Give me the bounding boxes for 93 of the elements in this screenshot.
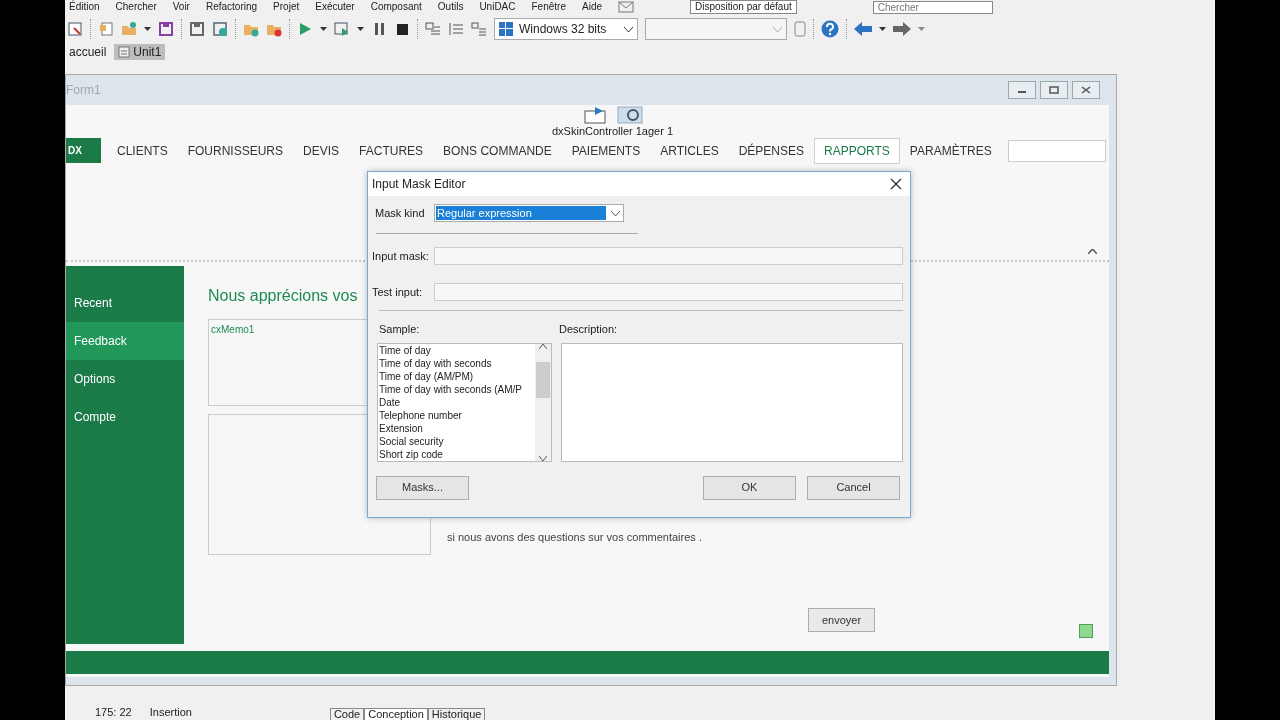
ribbon-search-field[interactable] <box>1007 139 1106 162</box>
play-icon[interactable] <box>297 21 313 37</box>
page-heading: Nous apprécions vos <box>208 286 358 306</box>
menu-item[interactable]: Outils <box>437 2 464 12</box>
chevron-down-icon <box>539 455 547 461</box>
field-label: Input mask: <box>372 248 430 264</box>
edit-mode: Insertion <box>149 704 192 720</box>
close-icon[interactable] <box>890 178 902 190</box>
sidebar-item[interactable]: Recent <box>66 284 184 322</box>
sample-list[interactable]: Time of day Time of day with seconds Time of day (AM/PM) Time of day with seconds (AM/P Date Telephone number Extension Social security Short zip code <box>377 342 552 462</box>
status-square <box>1079 624 1093 638</box>
list-item[interactable]: Short zip code <box>379 447 535 461</box>
field-label: Sample: <box>379 322 421 337</box>
caret-icon[interactable] <box>144 27 151 31</box>
send-button[interactable]: envoyer <box>808 607 876 632</box>
menu-item[interactable]: Aide <box>582 2 602 12</box>
caret-icon[interactable] <box>320 27 327 31</box>
platform-dropdown[interactable]: Windows 32 bits <box>494 18 638 40</box>
forward-arrow-icon[interactable] <box>893 22 911 36</box>
list-item[interactable]: Extension <box>379 421 535 435</box>
dialog-button[interactable]: Cancel <box>807 475 900 500</box>
back-arrow-icon[interactable] <box>854 22 872 36</box>
help-icon[interactable] <box>821 20 839 38</box>
scrollbar[interactable] <box>535 343 551 461</box>
chevron-down-icon <box>773 26 782 32</box>
menu-item[interactable]: Voir <box>172 2 190 12</box>
sidebar-item[interactable]: Compte <box>66 398 184 436</box>
sidebar-item[interactable]: Feedback <box>66 322 184 360</box>
save-all-icon[interactable] <box>212 21 228 37</box>
ribbon-tab[interactable]: FOURNISSEURS <box>177 137 294 164</box>
field-label: Description: <box>559 322 618 337</box>
unit-file-icon <box>118 46 131 58</box>
windows-logo-icon <box>499 22 513 36</box>
layout-field[interactable]: Disposition par défaut <box>690 0 797 14</box>
ribbon-tab[interactable]: DEVIS <box>293 137 350 164</box>
list-item[interactable]: Telephone number <box>379 408 535 422</box>
cursor-position: 175: 22 <box>95 704 132 720</box>
input-mask-field[interactable] <box>434 247 903 265</box>
ribbon-tab[interactable]: BONS COMMANDE <box>433 137 562 164</box>
device-icon[interactable] <box>794 21 806 37</box>
menu-item[interactable]: Refactoring <box>205 2 258 12</box>
ribbon-tab[interactable]: RAPPORTS <box>814 137 900 164</box>
menu-item[interactable]: Fenêtre <box>531 2 566 12</box>
ribbon-tab[interactable]: DÉPENSES <box>728 137 815 164</box>
view-tab[interactable]: Code <box>329 708 365 720</box>
form-title: Form1 <box>66 82 102 99</box>
chevron-up-icon[interactable] <box>1088 249 1097 254</box>
menu-item[interactable]: Composant <box>370 2 422 12</box>
view-tab[interactable]: Conception <box>364 708 428 720</box>
ribbon-tab[interactable]: PAIEMENTS <box>561 137 651 164</box>
list-item[interactable]: Social security <box>379 434 535 448</box>
menu-item[interactable]: Édition <box>69 2 100 12</box>
document-tab[interactable]: accueil <box>65 44 111 60</box>
chevron-down-icon <box>610 210 620 216</box>
ribbon-tab[interactable]: FACTURES <box>349 137 434 164</box>
dialog-button[interactable]: OK <box>703 475 796 500</box>
ribbon-tab[interactable]: PARAMÈTRES <box>899 137 1002 164</box>
config-dropdown[interactable] <box>645 18 787 40</box>
component-label: dxSkinController 1ager 1 <box>552 125 674 137</box>
menu-item[interactable]: Chercher <box>115 2 157 12</box>
caret-icon[interactable] <box>357 27 364 31</box>
menu-item[interactable]: Exécuter <box>315 2 355 12</box>
info-text: si nous avons des questions sur vos commentaires . <box>447 530 702 545</box>
chevron-up-icon <box>539 343 547 349</box>
mail-icon[interactable] <box>618 1 634 13</box>
field-label: Mask kind <box>375 205 426 221</box>
save-icon[interactable] <box>158 21 174 37</box>
list-icon[interactable] <box>425 21 441 37</box>
search-field[interactable]: Chercher <box>872 0 993 14</box>
caret-icon[interactable] <box>879 27 886 31</box>
menu-item[interactable]: Projet <box>273 2 300 12</box>
maximize-icon[interactable] <box>1048 86 1060 94</box>
view-tab[interactable]: Historique <box>427 708 486 720</box>
menu-item[interactable]: UniDAC <box>479 2 516 12</box>
save-icon[interactable] <box>189 21 205 37</box>
list-icon[interactable] <box>448 21 464 37</box>
stop-icon[interactable] <box>394 21 410 37</box>
new-file-icon[interactable] <box>98 21 114 37</box>
ribbon-tab[interactable]: ARTICLES <box>650 137 729 164</box>
sidebar-item[interactable]: Options <box>66 360 184 398</box>
dialog-title: Input Mask Editor <box>372 176 466 193</box>
open-folder-icon[interactable] <box>121 21 137 37</box>
dialog-button[interactable]: Masks... <box>376 475 469 500</box>
test-input-field[interactable] <box>434 283 903 301</box>
document-tab[interactable]: Unit1 <box>114 44 166 60</box>
chevron-down-icon <box>624 26 633 32</box>
field-label: Test input: <box>372 284 424 300</box>
app-logo: DX <box>66 138 101 163</box>
list-icon[interactable] <box>471 21 487 37</box>
mask-kind-dropdown[interactable]: Regular expression <box>434 204 624 222</box>
close-icon[interactable] <box>1080 86 1092 94</box>
step-run-icon[interactable] <box>334 21 350 37</box>
ribbon-tab[interactable]: CLIENTS <box>107 137 178 164</box>
